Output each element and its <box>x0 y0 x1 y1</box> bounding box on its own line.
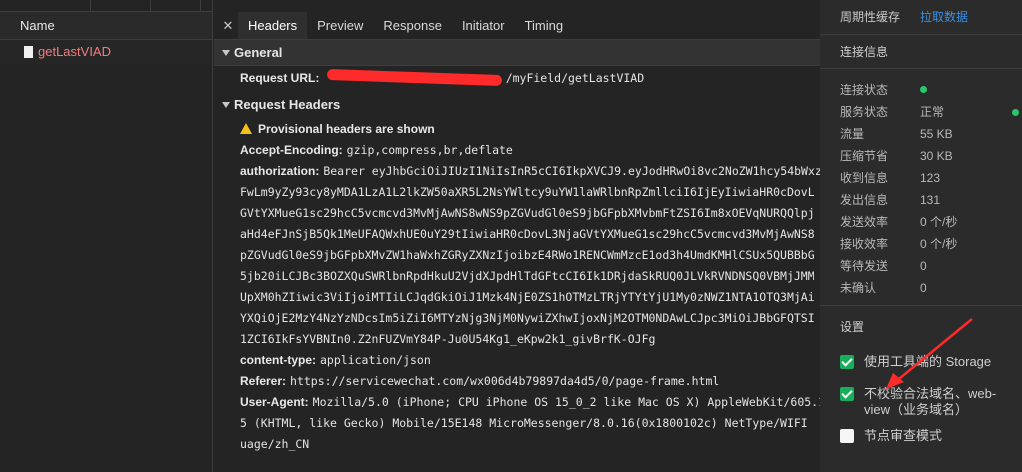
authorization-line: UpXM0hZIiwic3ViIjoiMTIiLCJqdGkiOiJ1Mzk4N… <box>240 290 814 304</box>
provisional-warning: Provisional headers are shown <box>214 118 820 140</box>
request-name: getLastVIAD <box>38 44 111 59</box>
connection-info-title: 连接信息 <box>820 35 1022 69</box>
stat-row: 连接状态 <box>820 79 1022 101</box>
stat-row: 收到信息 123 <box>840 171 941 185</box>
close-icon[interactable]: ✕ <box>220 12 236 39</box>
connection-stats: 连接状态 服务状态 正常 流量 55 KB 压缩节省 30 KB 收到信息 123 发… <box>820 69 1022 299</box>
detail-top-strip <box>214 0 820 12</box>
expand-triangle-icon <box>222 102 230 108</box>
authorization-line: GVtYXMueG1sc29hcC5vcmcvd3MvMjAwNS8wNS9pZ… <box>240 206 814 220</box>
header-user-agent: User-Agent: Mozilla/5.0 (iPhone; CPU iPho… <box>240 395 839 409</box>
user-agent-line: uage/zh_CN <box>240 437 310 451</box>
pull-data-link[interactable]: 拉取数据 <box>920 8 968 25</box>
settings-panel: 周期性缓存 拉取数据 连接信息 连接状态 服务状态 正常 流量 55 KB 压缩节… <box>820 0 1022 472</box>
tab-response[interactable]: Response <box>373 12 452 39</box>
user-agent-line: 5 (KHTML, like Gecko) Mobile/15E148 Micr… <box>240 416 814 430</box>
redaction-mark <box>326 68 502 87</box>
request-headers-section-header[interactable]: Request Headers <box>214 92 820 118</box>
authorization-line: aHd4eFJnSjB5Qk1MeUFAQWxhUE0uY29tIiwiaHR0… <box>240 227 814 241</box>
tab-preview[interactable]: Preview <box>307 12 373 39</box>
tab-initiator[interactable]: Initiator <box>452 12 515 39</box>
checkbox-checked[interactable] <box>840 387 854 401</box>
authorization-line: 1ZCI6IkFsYVBNIn0.Z2nFUZVmY84P-Ju0U54Kg1_… <box>240 332 656 346</box>
general-title: General <box>234 45 283 60</box>
checkbox-checked[interactable] <box>840 355 854 369</box>
header-referer: Referer: https://servicewechat.com/wx006d… <box>240 374 720 388</box>
request-row[interactable]: getLastVIAD <box>0 40 212 64</box>
warning-icon <box>240 123 252 134</box>
toolbar-strip <box>0 0 212 12</box>
header-content-type: content-type: application/json <box>240 353 431 367</box>
request-url-row: Request URL: /myField/getLastVIAD <box>214 66 820 90</box>
general-section-header[interactable]: General <box>214 40 820 66</box>
service-status-dot <box>1012 109 1019 116</box>
request-url-value: /myField/getLastVIAD <box>505 71 645 85</box>
authorization-line: FwLm9yZy93cy8yMDA1LzA1L2lkZW50aXR5L2NsYW… <box>240 185 814 199</box>
option-use-tool-storage[interactable]: 使用工具端的 Storage <box>840 354 1015 370</box>
header-accept-encoding: Accept-Encoding: gzip,compress,br,deflate <box>240 143 513 157</box>
tab-timing[interactable]: Timing <box>515 12 574 39</box>
stat-row: 压缩节省 30 KB <box>840 149 953 163</box>
expand-triangle-icon <box>222 50 230 56</box>
stat-row: 发出信息 131 <box>840 193 941 207</box>
tab-headers[interactable]: Headers <box>238 12 308 39</box>
connection-status-dot <box>920 86 927 93</box>
request-headers-title: Request Headers <box>234 97 341 112</box>
stat-row: 流量 55 KB <box>840 127 953 141</box>
request-list-panel: Name getLastVIAD <box>0 0 213 472</box>
stat-row: 未确认 0 <box>840 281 927 295</box>
request-url-label: Request URL: <box>240 71 320 85</box>
divider <box>820 305 1022 306</box>
authorization-line: YXQiOjE2MzY4NzYzNDcsIm5iZiI6MTYzNjg3NjM0… <box>240 311 814 325</box>
name-column-header[interactable]: Name <box>0 12 212 40</box>
option-skip-domain-check[interactable]: 不校验合法域名、web-view（业务域名） <box>840 386 1015 418</box>
detail-tab-bar: ✕ Headers Preview Response Initiator Tim… <box>214 12 820 40</box>
periodic-cache-label: 周期性缓存 <box>840 10 901 24</box>
authorization-line: 5jb20iLCJBc3BOZXQuSWRlbnRpdHkuU2VjdXJpdH… <box>240 269 814 283</box>
stat-row: 服务状态 正常 <box>820 101 1022 123</box>
stat-row: 接收效率 0 个/秒 <box>840 237 958 251</box>
request-detail-panel: ✕ Headers Preview Response Initiator Tim… <box>214 0 839 472</box>
header-authorization: authorization: Bearer eyJhbGciOiJIUzI1NiI… <box>240 164 836 178</box>
stat-row: 等待发送 0 <box>840 259 927 273</box>
document-icon <box>24 46 33 58</box>
checkbox-unchecked[interactable] <box>840 429 854 443</box>
cache-bar: 周期性缓存 拉取数据 <box>820 0 1022 35</box>
authorization-line: pZGVudGl0eS9jbGFpbXMvZW1haWxhZGRyZXNzIjo… <box>240 248 814 262</box>
option-node-inspect-mode[interactable]: 节点审查模式 <box>840 428 1015 444</box>
settings-title: 设置 <box>840 320 865 334</box>
stat-row: 发送效率 0 个/秒 <box>840 215 958 229</box>
